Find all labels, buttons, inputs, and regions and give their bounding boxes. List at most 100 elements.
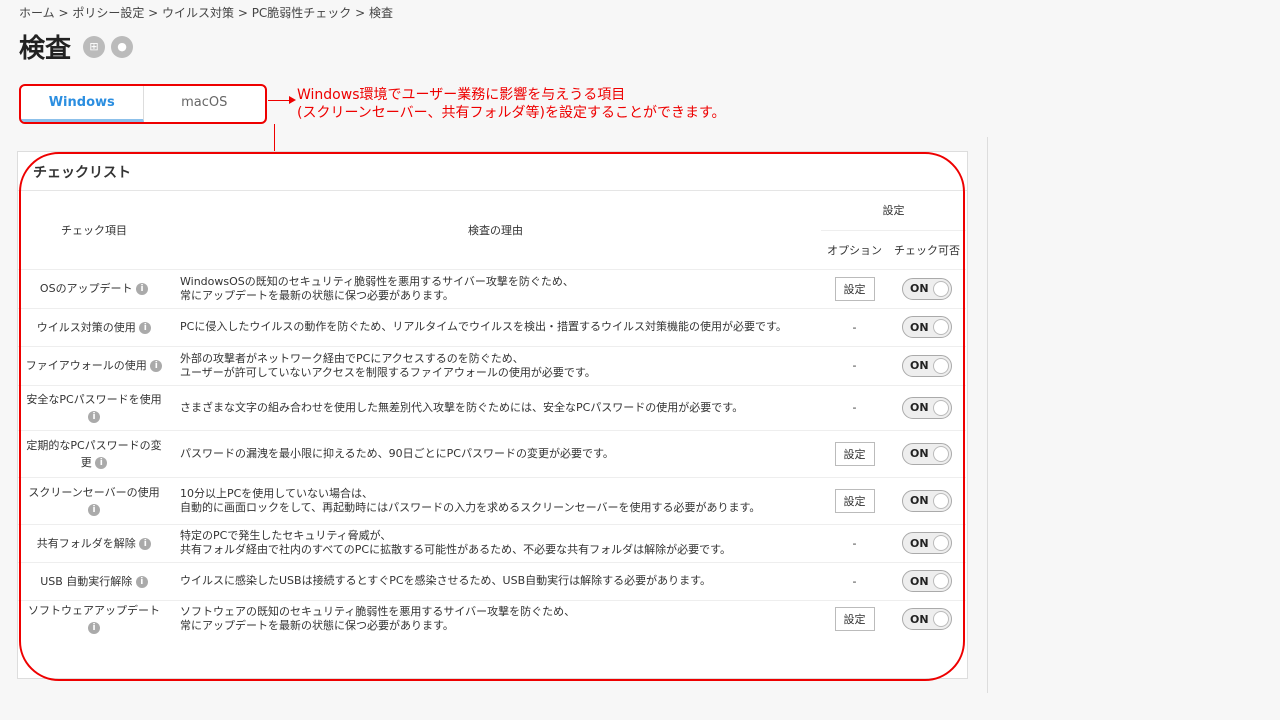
annotation-arrow (268, 96, 296, 104)
reason-line: パスワードの漏洩を最小限に抑えるため、90日ごとにPCパスワードの変更が必要です… (180, 446, 614, 460)
check-item: ファイアウォールの使用 i (18, 345, 170, 385)
check-item-label: ウイルス対策の使用 (36, 320, 136, 334)
option-none: - (852, 401, 857, 414)
header-settings: 設定 (821, 191, 966, 231)
tab-macos[interactable]: macOS (144, 86, 266, 122)
check-reason: パスワードの漏洩を最小限に抑えるため、90日ごとにPCパスワードの変更が必要です… (170, 429, 821, 477)
option-cell: - (821, 561, 888, 600)
check-item: 定期的なPCパスワードの変更 i (18, 429, 170, 477)
table-row: ソフトウェアアップデート i ソフトウェアの既知のセキュリティ脆弱性を悪用するサ… (18, 599, 966, 638)
check-item: 安全なPCパスワードを使用 i (18, 384, 170, 430)
info-icon[interactable]: i (95, 456, 108, 469)
toggle-cell: ON (888, 384, 966, 430)
toggle-knob (933, 611, 949, 628)
table-row: 安全なPCパスワードを使用 i さまざまな文字の組み合わせを使用した無差別代入攻… (18, 384, 966, 430)
header-check: チェック可否 (894, 243, 960, 257)
reason-line: PCに侵入したウイルスの動作を防ぐため、リアルタイムでウイルスを検出・措置するウ… (180, 320, 787, 333)
reason-line: ウイルスに感染したUSBは接続するとすぐPCを感染させるため、USB自動実行は解… (180, 574, 712, 587)
check-item: USB 自動実行解除 i (18, 561, 170, 600)
option-cell: 設定 (821, 268, 888, 308)
info-icon[interactable]: i (135, 575, 148, 588)
check-reason: 特定のPCで発生したセキュリティ脅威が、 共有フォルダ経由で社内のすべてのPCに拡… (170, 523, 821, 562)
divider (987, 137, 988, 693)
table-row: ファイアウォールの使用 i 外部の攻撃者がネットワーク経由でPCにアクセスするの… (18, 345, 966, 385)
reason-line: 10分以上PCを使用していない場合は、 (180, 486, 373, 500)
toggle-label: ON (910, 447, 929, 460)
toggle-cell: ON (888, 523, 966, 562)
check-reason: ソフトウェアの既知のセキュリティ脆弱性を悪用するサイバー攻撃を防ぐため、 常にアッ… (170, 599, 821, 638)
toggle-label: ON (910, 536, 929, 550)
toggle-label: ON (910, 282, 929, 295)
info-icon[interactable]: i (88, 503, 100, 516)
toggle-label: ON (910, 612, 929, 626)
info-icon[interactable]: i (88, 410, 100, 423)
annotation-line: (スクリーンセーバー、共有フォルダ等)を設定することができます。 (297, 105, 726, 121)
info-icon[interactable]: i (139, 537, 152, 550)
reason-line: 特定のPCで発生したセキュリティ脅威が、 (180, 529, 392, 542)
header-reason: 検査の理由 (468, 223, 523, 237)
toggle-knob (933, 492, 949, 509)
option-none: - (852, 536, 857, 550)
check-toggle[interactable]: ON (902, 354, 952, 377)
check-item: 共有フォルダを解除 i (18, 523, 170, 562)
toggle-label: ON (910, 494, 929, 507)
info-icon[interactable]: i (139, 321, 152, 334)
settings-button[interactable]: 設定 (834, 607, 875, 632)
check-reason: PCに侵入したウイルスの動作を防ぐため、リアルタイムでウイルスを検出・措置するウ… (170, 307, 821, 346)
toggle-knob (933, 445, 949, 462)
page-header: 検査 ⊞ ● (19, 28, 134, 65)
annotation-note: Windows環境でユーザー業務に影響を与えうる項目 (スクリーンセーバー、共有… (297, 86, 726, 122)
checklist-table: チェック項目 検査の理由 設定 オプション チェック可否 OSのアップデート i… (18, 191, 966, 638)
check-item: ウイルス対策の使用 i (18, 307, 170, 346)
settings-button[interactable]: 設定 (834, 276, 875, 301)
check-item: ソフトウェアアップデート i (18, 599, 170, 638)
reason-line: ソフトウェアの既知のセキュリティ脆弱性を悪用するサイバー攻撃を防ぐため、 (180, 605, 576, 619)
check-toggle[interactable]: ON (902, 277, 952, 300)
page-title: 検査 (19, 34, 72, 64)
check-reason: ウイルスに感染したUSBは接続するとすぐPCを感染させるため、USB自動実行は解… (170, 561, 821, 600)
settings-button[interactable]: 設定 (834, 441, 875, 466)
check-reason: 外部の攻撃者がネットワーク経由でPCにアクセスするのを防ぐため、 ユーザーが許可し… (170, 345, 821, 385)
toggle-knob (933, 535, 949, 551)
tab-windows[interactable]: Windows (21, 86, 144, 122)
check-toggle[interactable]: ON (902, 570, 952, 592)
check-toggle[interactable]: ON (902, 489, 952, 512)
windows-icon: ⊞ (83, 35, 106, 58)
info-icon[interactable]: i (136, 283, 149, 295)
toggle-knob (933, 573, 949, 589)
reason-line: WindowsOSの既知のセキュリティ脆弱性を悪用するサイバー攻撃を防ぐため、 (180, 274, 574, 288)
toggle-knob (933, 357, 949, 374)
check-toggle[interactable]: ON (902, 608, 952, 631)
check-item-label: 共有フォルダを解除 (36, 536, 136, 550)
toggle-cell: ON (888, 561, 966, 600)
option-cell: 設定 (821, 476, 888, 524)
check-item-label: OSのアップデート (39, 282, 133, 295)
check-item: OSのアップデート i (18, 268, 170, 308)
toggle-cell: ON (888, 345, 966, 385)
check-toggle[interactable]: ON (902, 442, 952, 465)
reason-line: 共有フォルダ経由で社内のすべてのPCに拡散する可能性があるため、不必要な共有フォ… (180, 543, 732, 556)
toggle-knob (933, 280, 949, 297)
option-cell: - (821, 384, 888, 430)
table-row: スクリーンセーバーの使用 i 10分以上PCを使用していない場合は、 自動的に画面… (18, 476, 966, 524)
check-item-label: 定期的なPCパスワードの変更 (26, 438, 162, 469)
settings-button[interactable]: 設定 (834, 488, 875, 513)
info-icon[interactable]: i (88, 622, 100, 635)
header-item: チェック項目 (61, 223, 127, 237)
option-none: - (852, 359, 857, 372)
table-row: OSのアップデート i WindowsOSの既知のセキュリティ脆弱性を悪用するサ… (18, 268, 966, 308)
checklist-card: チェックリスト チェック項目 検査の理由 設定 オプション チェック可否 OSの… (17, 151, 968, 679)
check-toggle[interactable]: ON (902, 532, 952, 554)
toggle-cell: ON (888, 429, 966, 477)
toggle-label: ON (910, 320, 929, 334)
info-icon[interactable]: i (150, 360, 163, 372)
toggle-label: ON (910, 359, 929, 372)
card-title: チェックリスト (18, 152, 967, 191)
table-row: 定期的なPCパスワードの変更 i パスワードの漏洩を最小限に抑えるため、90日ご… (18, 429, 966, 477)
check-toggle[interactable]: ON (902, 316, 952, 338)
check-item-label: ファイアウォールの使用 (25, 359, 147, 372)
toggle-knob (933, 319, 949, 335)
annotation-line: Windows環境でユーザー業務に影響を与えうる項目 (297, 87, 626, 103)
check-toggle[interactable]: ON (902, 396, 952, 419)
toggle-label: ON (910, 401, 929, 414)
